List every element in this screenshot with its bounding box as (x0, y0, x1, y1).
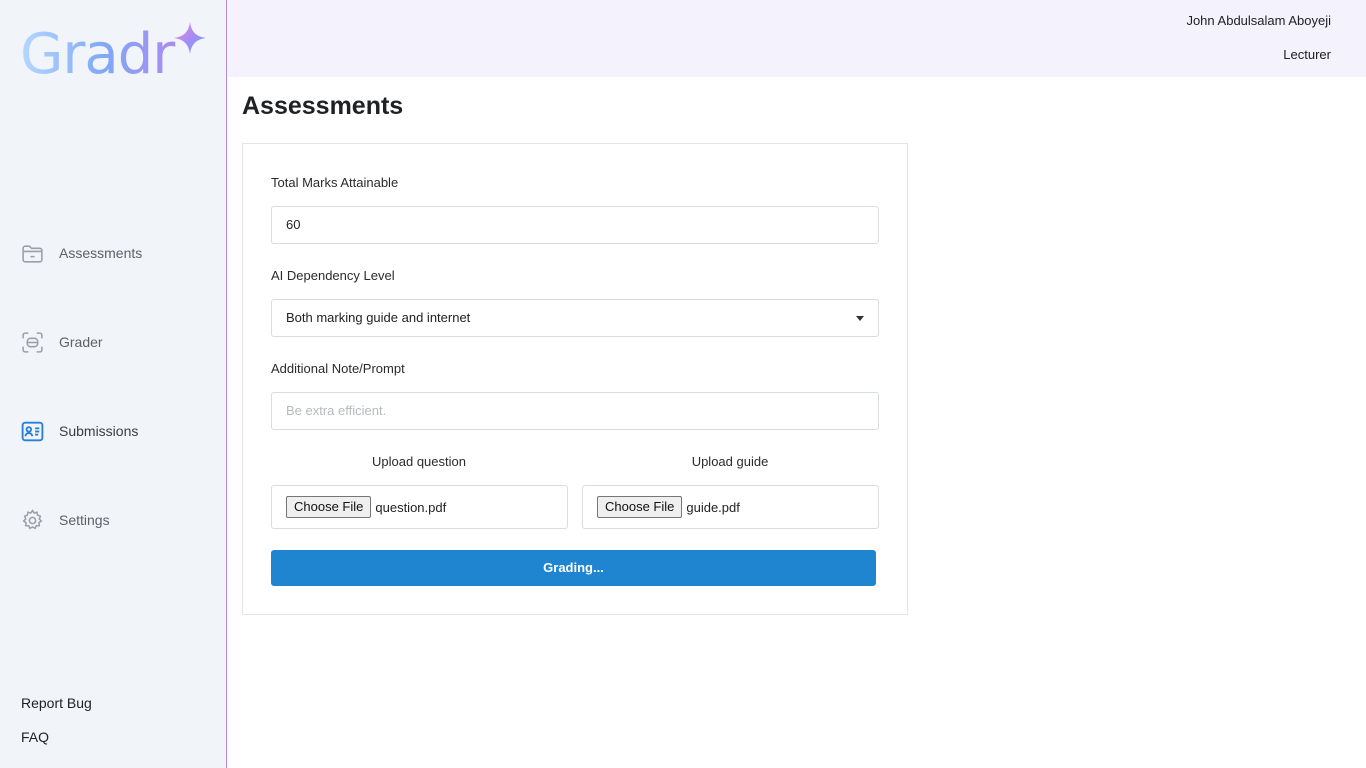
note-input[interactable]: Be extra efficient. (271, 392, 879, 430)
caret-down-icon (856, 316, 864, 321)
upload-guide-field: Choose File guide.pdf (582, 485, 879, 529)
sidebar-item-label: Grader (59, 334, 103, 350)
sidebar-item-label: Assessments (59, 245, 143, 261)
scan-icon (22, 331, 43, 353)
sidebar-item-label: Settings (59, 512, 110, 528)
sidebar-item-label: Submissions (59, 423, 139, 439)
ai-dependency-label: AI Dependency Level (271, 268, 395, 283)
id-card-icon (21, 421, 44, 441)
sidebar-item-assessments[interactable]: Assessments (20, 240, 142, 266)
ai-dependency-select[interactable]: Both marking guide and internet (271, 299, 879, 337)
total-marks-input[interactable]: 60 (271, 206, 879, 244)
total-marks-label: Total Marks Attainable (271, 175, 399, 190)
gradr-logo[interactable]: Gradr (20, 20, 210, 90)
upload-question-field: Choose File question.pdf (271, 485, 568, 529)
question-file-name: question.pdf (375, 499, 447, 515)
page-title: Assessments (242, 92, 404, 120)
user-name[interactable]: John Abdulsalam Aboyeji (1186, 13, 1331, 28)
grade-submit-button[interactable]: Grading... (271, 550, 876, 586)
assessment-form: Total Marks Attainable 60 AI Dependency … (242, 143, 908, 615)
gear-icon (22, 508, 43, 529)
sidebar-item-submissions[interactable]: Submissions (20, 418, 138, 444)
note-label: Additional Note/Prompt (271, 361, 405, 376)
report-bug-link[interactable]: Report Bug (21, 695, 92, 711)
upload-guide-label: Upload guide (691, 454, 769, 469)
guide-file-name: guide.pdf (686, 499, 740, 515)
ai-dependency-value: Both marking guide and internet (286, 310, 471, 325)
upload-question-label: Upload question (372, 454, 466, 469)
folder-icon (22, 244, 43, 263)
user-role: Lecturer (1283, 47, 1331, 62)
top-bar: John Abdulsalam Aboyeji Lecturer (228, 0, 1366, 77)
choose-question-file-button[interactable]: Choose File (286, 496, 372, 518)
sidebar: Gradr Assessments Grader Submissions Set… (0, 0, 227, 768)
sparkle-icon (174, 22, 206, 54)
faq-link[interactable]: FAQ (21, 729, 49, 745)
sidebar-item-grader[interactable]: Grader (20, 329, 103, 355)
choose-guide-file-button[interactable]: Choose File (597, 496, 683, 518)
sidebar-item-settings[interactable]: Settings (20, 507, 110, 533)
